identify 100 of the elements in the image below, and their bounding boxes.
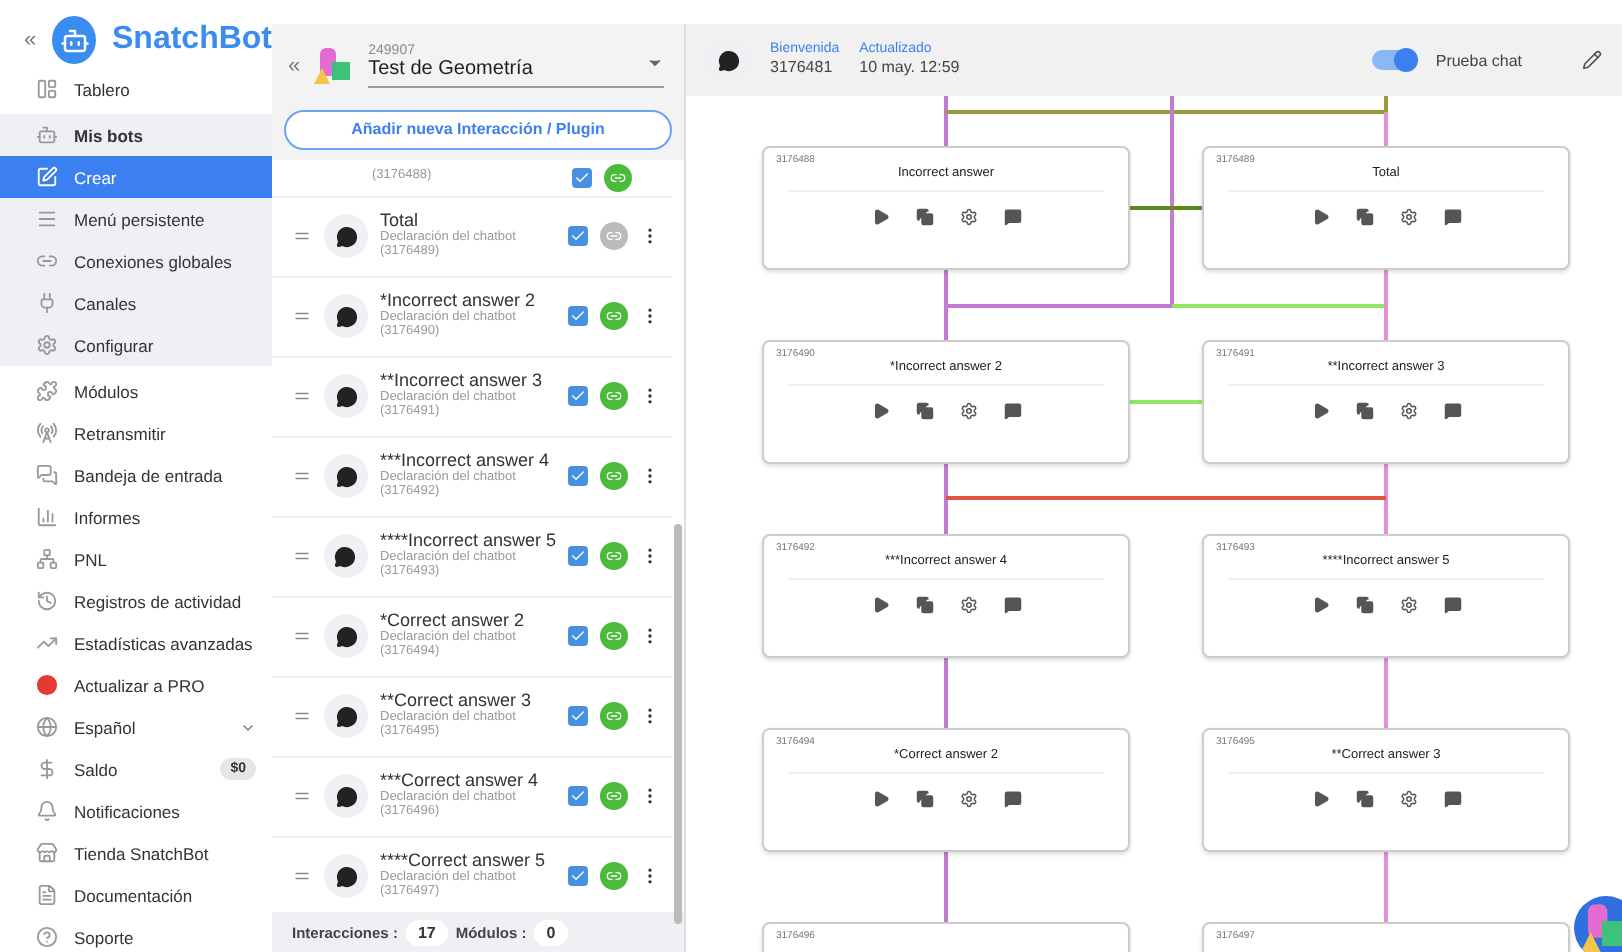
sidebar-item[interactable]: Bandeja de entrada xyxy=(0,454,272,496)
settings-icon[interactable] xyxy=(959,596,977,614)
sidebar-item[interactable]: Documentación xyxy=(0,874,272,916)
settings-icon[interactable] xyxy=(959,402,977,420)
menu-item-icon xyxy=(36,884,58,906)
sidebar-item[interactable]: Registros de actividad xyxy=(0,580,272,622)
message-icon[interactable] xyxy=(1003,790,1021,808)
interaction-title: ***Incorrect answer 4 xyxy=(380,452,552,471)
sidebar-item[interactable]: Soporte xyxy=(0,916,272,952)
test-chat-toggle[interactable] xyxy=(1371,50,1416,70)
checkbox[interactable] xyxy=(568,386,588,406)
menu-item-icon xyxy=(36,208,58,230)
checkbox[interactable] xyxy=(572,167,592,187)
sidebar-item[interactable]: Informes xyxy=(0,496,272,538)
robot-logo-icon xyxy=(52,16,96,64)
chat-bubble-icon xyxy=(324,614,368,658)
sidebar-item[interactable]: Canales xyxy=(0,282,272,324)
play-icon[interactable] xyxy=(871,596,889,614)
copy-icon[interactable] xyxy=(915,402,933,420)
play-icon[interactable] xyxy=(1311,402,1329,420)
menu-item-icon xyxy=(36,292,58,314)
settings-icon[interactable] xyxy=(1399,208,1417,226)
sidebar-item[interactable]: Notificaciones xyxy=(0,790,272,832)
message-icon[interactable] xyxy=(1003,402,1021,420)
message-icon[interactable] xyxy=(1443,596,1461,614)
sidebar-item[interactable]: Conexiones globales xyxy=(0,240,272,282)
menu-item-icon xyxy=(36,632,58,654)
connector-line xyxy=(1384,658,1388,728)
menu-item-icon xyxy=(36,800,58,822)
checkbox[interactable] xyxy=(568,786,588,806)
message-icon[interactable] xyxy=(1443,208,1461,226)
checkbox[interactable] xyxy=(568,706,588,726)
chat-bubble-icon xyxy=(324,774,368,818)
connector-line xyxy=(944,658,948,728)
checkbox[interactable] xyxy=(568,546,589,566)
checkbox[interactable] xyxy=(568,866,588,886)
edit-icon[interactable] xyxy=(1582,50,1602,70)
settings-icon[interactable] xyxy=(1399,790,1417,808)
add-interaction-button[interactable]: Añadir nueva Interacción / Plugin xyxy=(284,109,672,149)
checkbox[interactable] xyxy=(568,466,588,486)
menu-item-icon xyxy=(36,166,58,188)
updated-time: 10 may. 12:59 xyxy=(859,58,960,78)
message-icon[interactable] xyxy=(1443,402,1461,420)
menu-item-icon xyxy=(36,422,58,444)
play-icon[interactable] xyxy=(1311,208,1329,226)
sidebar-item[interactable]: Módulos xyxy=(0,370,272,412)
brand-name: SnatchBot xyxy=(112,22,272,58)
copy-icon[interactable] xyxy=(1355,596,1373,614)
play-icon[interactable] xyxy=(871,208,889,226)
message-icon[interactable] xyxy=(1443,790,1461,808)
checkbox[interactable] xyxy=(568,306,588,326)
copy-icon[interactable] xyxy=(915,790,933,808)
play-icon[interactable] xyxy=(1311,596,1329,614)
chat-bubble-icon xyxy=(324,694,368,738)
message-icon[interactable] xyxy=(1003,596,1021,614)
sidebar-item[interactable]: Tienda SnatchBot xyxy=(0,832,272,874)
message-icon[interactable] xyxy=(1003,208,1021,226)
menu-item-icon xyxy=(36,674,58,696)
sidebar-item[interactable]: Español xyxy=(0,706,272,748)
menu-item-icon xyxy=(36,842,58,864)
test-chat-label: Prueba chat xyxy=(1435,51,1522,69)
sidebar-item[interactable]: Mis bots xyxy=(0,114,272,156)
chat-bubble-icon xyxy=(324,294,368,338)
sidebar-item[interactable]: Tablero xyxy=(0,68,272,110)
interaction-title: **Incorrect answer 3 xyxy=(380,372,545,391)
collapse-button[interactable]: « xyxy=(288,54,301,78)
scrollbar[interactable] xyxy=(674,524,682,924)
connector-line xyxy=(944,852,948,922)
menu-item-icon xyxy=(36,926,58,948)
play-icon[interactable] xyxy=(871,402,889,420)
sidebar-item[interactable]: Retransmitir xyxy=(0,412,272,454)
copy-icon[interactable] xyxy=(1355,402,1373,420)
copy-icon[interactable] xyxy=(1355,790,1373,808)
sidebar-item[interactable]: Actualizar a PRO xyxy=(0,664,272,706)
sidebar-item[interactable]: Crear xyxy=(0,156,272,198)
play-icon[interactable] xyxy=(871,790,889,808)
chat-bubble-icon xyxy=(324,214,368,258)
copy-icon[interactable] xyxy=(915,208,933,226)
menu-item-icon xyxy=(36,250,58,272)
settings-icon[interactable] xyxy=(959,790,977,808)
interactions-count: 17 xyxy=(405,919,448,945)
sidebar-item[interactable]: Menú persistente xyxy=(0,198,272,240)
interaction-title: *Incorrect answer 2 xyxy=(380,292,538,311)
settings-icon[interactable] xyxy=(959,208,977,226)
sidebar-item[interactable]: Configurar xyxy=(0,324,272,366)
interaction-title: ***Correct answer 4 xyxy=(380,772,541,791)
play-icon[interactable] xyxy=(1311,790,1329,808)
collapse-button[interactable]: « xyxy=(24,28,37,52)
menu-item-icon xyxy=(36,380,58,402)
sidebar-item[interactable]: PNL xyxy=(0,538,272,580)
checkbox[interactable] xyxy=(568,626,588,646)
sidebar-item[interactable]: Estadísticas avanzadas xyxy=(0,622,272,664)
interaction-title: ****Incorrect answer 5 xyxy=(379,532,557,551)
settings-icon[interactable] xyxy=(1399,596,1417,614)
copy-icon[interactable] xyxy=(1355,208,1373,226)
settings-icon[interactable] xyxy=(1399,402,1417,420)
checkbox[interactable] xyxy=(568,226,588,246)
copy-icon[interactable] xyxy=(915,596,933,614)
modules-count: 0 xyxy=(534,919,568,945)
menu-item-icon xyxy=(36,758,58,780)
